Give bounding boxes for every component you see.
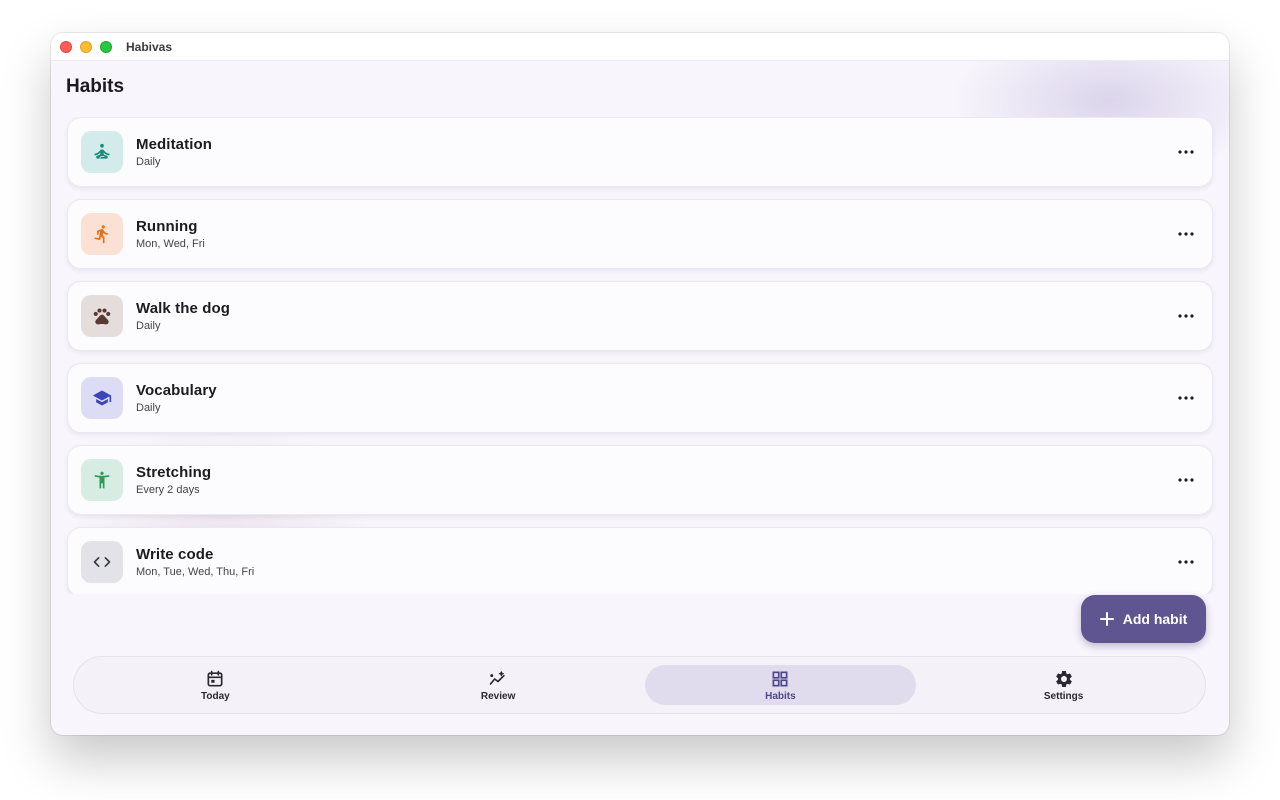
page-title: Habits: [66, 76, 125, 97]
habit-name: Vocabulary: [136, 382, 217, 399]
habit-name: Running: [136, 218, 198, 235]
habit-card-running[interactable]: Running Mon, Wed, Fri: [67, 199, 1213, 269]
nav-item-today[interactable]: Today: [74, 665, 357, 705]
habit-name: Write code: [136, 546, 214, 563]
code-icon: [93, 557, 111, 567]
paw-icon: [93, 308, 111, 325]
more-horizontal-icon: [1178, 478, 1194, 482]
more-horizontal-icon: [1178, 150, 1194, 154]
habit-name: Meditation: [136, 136, 212, 153]
habit-icon-bg: [81, 377, 123, 419]
nav-label: Settings: [1043, 690, 1084, 702]
habit-schedule: Every 2 days: [136, 484, 200, 496]
more-options-button[interactable]: [1174, 140, 1198, 164]
habit-icon-bg: [81, 131, 123, 173]
habit-list[interactable]: Meditation Daily Running Mon, Wed, Fri W…: [51, 117, 1229, 594]
grid-icon: [772, 671, 788, 686]
add-habit-label: Add habit: [1122, 611, 1188, 627]
title-bar: Habivas: [51, 33, 1229, 61]
habit-card-vocabulary[interactable]: Vocabulary Daily: [67, 363, 1213, 433]
habit-card-write-code[interactable]: Write code Mon, Tue, Wed, Thu, Fri: [67, 527, 1213, 594]
habit-name: Stretching: [136, 464, 212, 481]
add-habit-button[interactable]: Add habit: [1081, 595, 1206, 643]
insights-icon: [489, 670, 505, 685]
main-content: Habits Meditation Daily Running Mon, Wed…: [51, 33, 1229, 735]
more-options-button[interactable]: [1174, 304, 1198, 328]
graduation-cap-icon: [92, 390, 112, 406]
nav-label: Habits: [765, 690, 796, 702]
habit-schedule: Mon, Tue, Wed, Thu, Fri: [136, 566, 255, 578]
gear-icon: [1055, 670, 1072, 687]
app-window: Habivas Habits Meditation Daily Running …: [51, 33, 1229, 735]
meditation-icon: [94, 143, 110, 159]
more-options-button[interactable]: [1174, 222, 1198, 246]
more-horizontal-icon: [1178, 560, 1194, 564]
running-icon: [94, 225, 108, 244]
calendar-icon: [207, 670, 223, 686]
nav-item-settings[interactable]: Settings: [922, 665, 1205, 705]
minimize-window-button[interactable]: [80, 40, 92, 53]
nav-label: Today: [201, 690, 230, 702]
habit-name: Walk the dog: [136, 300, 230, 317]
habit-icon-bg: [81, 295, 123, 337]
close-window-button[interactable]: [60, 40, 72, 53]
nav-item-habits[interactable]: Habits: [644, 665, 917, 705]
habit-schedule: Daily: [136, 402, 161, 414]
stretching-icon: [94, 471, 110, 489]
habit-icon-bg: [81, 213, 123, 255]
nav-item-review[interactable]: Review: [357, 665, 640, 705]
maximize-window-button[interactable]: [100, 40, 112, 53]
window-controls: [60, 40, 112, 53]
more-horizontal-icon: [1178, 396, 1194, 400]
habit-schedule: Daily: [136, 320, 161, 332]
window-title: Habivas: [126, 39, 173, 54]
bottom-navigation: Today Review Habits Settings: [73, 656, 1206, 714]
more-options-button[interactable]: [1174, 550, 1198, 574]
nav-label: Review: [480, 690, 516, 702]
plus-icon: [1099, 612, 1114, 626]
habit-icon-bg: [81, 541, 123, 583]
more-options-button[interactable]: [1174, 468, 1198, 492]
habit-schedule: Daily: [136, 156, 161, 168]
habit-card-stretching[interactable]: Stretching Every 2 days: [67, 445, 1213, 515]
more-horizontal-icon: [1178, 314, 1194, 318]
habit-icon-bg: [81, 459, 123, 501]
more-horizontal-icon: [1178, 232, 1194, 236]
more-options-button[interactable]: [1174, 386, 1198, 410]
habit-schedule: Mon, Wed, Fri: [136, 238, 205, 250]
habit-card-walk-the-dog[interactable]: Walk the dog Daily: [67, 281, 1213, 351]
habit-card-meditation[interactable]: Meditation Daily: [67, 117, 1213, 187]
